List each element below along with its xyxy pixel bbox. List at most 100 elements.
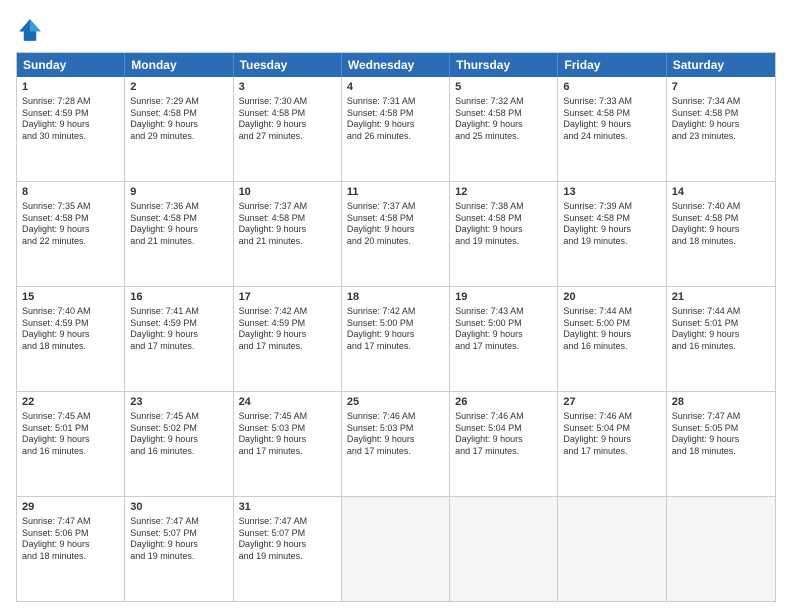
- calendar-cell: [667, 497, 775, 601]
- calendar-cell: [558, 497, 666, 601]
- cell-info: Sunrise: 7:46 AM Sunset: 5:04 PM Dayligh…: [455, 411, 552, 458]
- day-number: 8: [22, 185, 119, 200]
- day-number: 28: [672, 395, 770, 410]
- calendar-cell: 21Sunrise: 7:44 AM Sunset: 5:01 PM Dayli…: [667, 287, 775, 391]
- header: [16, 16, 776, 44]
- day-number: 12: [455, 185, 552, 200]
- calendar-row: 29Sunrise: 7:47 AM Sunset: 5:06 PM Dayli…: [17, 496, 775, 601]
- day-number: 27: [563, 395, 660, 410]
- day-number: 6: [563, 80, 660, 95]
- cell-info: Sunrise: 7:40 AM Sunset: 4:59 PM Dayligh…: [22, 306, 119, 353]
- cell-info: Sunrise: 7:41 AM Sunset: 4:59 PM Dayligh…: [130, 306, 227, 353]
- day-number: 24: [239, 395, 336, 410]
- calendar-cell: 1Sunrise: 7:28 AM Sunset: 4:59 PM Daylig…: [17, 77, 125, 181]
- calendar-cell: 24Sunrise: 7:45 AM Sunset: 5:03 PM Dayli…: [234, 392, 342, 496]
- cell-info: Sunrise: 7:46 AM Sunset: 5:04 PM Dayligh…: [563, 411, 660, 458]
- cell-info: Sunrise: 7:43 AM Sunset: 5:00 PM Dayligh…: [455, 306, 552, 353]
- day-number: 18: [347, 290, 444, 305]
- calendar-cell: [342, 497, 450, 601]
- calendar-cell: 13Sunrise: 7:39 AM Sunset: 4:58 PM Dayli…: [558, 182, 666, 286]
- day-number: 7: [672, 80, 770, 95]
- calendar-cell: 22Sunrise: 7:45 AM Sunset: 5:01 PM Dayli…: [17, 392, 125, 496]
- day-number: 25: [347, 395, 444, 410]
- day-number: 20: [563, 290, 660, 305]
- weekday-header: Thursday: [450, 53, 558, 77]
- day-number: 5: [455, 80, 552, 95]
- calendar-row: 1Sunrise: 7:28 AM Sunset: 4:59 PM Daylig…: [17, 77, 775, 181]
- weekday-header: Friday: [558, 53, 666, 77]
- calendar-cell: 5Sunrise: 7:32 AM Sunset: 4:58 PM Daylig…: [450, 77, 558, 181]
- day-number: 26: [455, 395, 552, 410]
- cell-info: Sunrise: 7:36 AM Sunset: 4:58 PM Dayligh…: [130, 201, 227, 248]
- weekday-header: Wednesday: [342, 53, 450, 77]
- weekday-header: Tuesday: [234, 53, 342, 77]
- cell-info: Sunrise: 7:35 AM Sunset: 4:58 PM Dayligh…: [22, 201, 119, 248]
- cell-info: Sunrise: 7:37 AM Sunset: 4:58 PM Dayligh…: [347, 201, 444, 248]
- calendar-cell: 23Sunrise: 7:45 AM Sunset: 5:02 PM Dayli…: [125, 392, 233, 496]
- day-number: 11: [347, 185, 444, 200]
- calendar-header: SundayMondayTuesdayWednesdayThursdayFrid…: [17, 53, 775, 77]
- calendar-cell: 28Sunrise: 7:47 AM Sunset: 5:05 PM Dayli…: [667, 392, 775, 496]
- cell-info: Sunrise: 7:46 AM Sunset: 5:03 PM Dayligh…: [347, 411, 444, 458]
- day-number: 1: [22, 80, 119, 95]
- calendar-cell: 11Sunrise: 7:37 AM Sunset: 4:58 PM Dayli…: [342, 182, 450, 286]
- day-number: 10: [239, 185, 336, 200]
- calendar-cell: 30Sunrise: 7:47 AM Sunset: 5:07 PM Dayli…: [125, 497, 233, 601]
- calendar-cell: [450, 497, 558, 601]
- day-number: 19: [455, 290, 552, 305]
- cell-info: Sunrise: 7:47 AM Sunset: 5:07 PM Dayligh…: [239, 516, 336, 563]
- calendar-cell: 27Sunrise: 7:46 AM Sunset: 5:04 PM Dayli…: [558, 392, 666, 496]
- day-number: 13: [563, 185, 660, 200]
- cell-info: Sunrise: 7:45 AM Sunset: 5:02 PM Dayligh…: [130, 411, 227, 458]
- calendar: SundayMondayTuesdayWednesdayThursdayFrid…: [16, 52, 776, 602]
- calendar-cell: 12Sunrise: 7:38 AM Sunset: 4:58 PM Dayli…: [450, 182, 558, 286]
- calendar-cell: 4Sunrise: 7:31 AM Sunset: 4:58 PM Daylig…: [342, 77, 450, 181]
- day-number: 14: [672, 185, 770, 200]
- cell-info: Sunrise: 7:37 AM Sunset: 4:58 PM Dayligh…: [239, 201, 336, 248]
- day-number: 17: [239, 290, 336, 305]
- logo: [16, 16, 48, 44]
- cell-info: Sunrise: 7:47 AM Sunset: 5:06 PM Dayligh…: [22, 516, 119, 563]
- weekday-header: Monday: [125, 53, 233, 77]
- day-number: 3: [239, 80, 336, 95]
- day-number: 4: [347, 80, 444, 95]
- day-number: 2: [130, 80, 227, 95]
- cell-info: Sunrise: 7:47 AM Sunset: 5:07 PM Dayligh…: [130, 516, 227, 563]
- page: SundayMondayTuesdayWednesdayThursdayFrid…: [0, 0, 792, 612]
- day-number: 9: [130, 185, 227, 200]
- cell-info: Sunrise: 7:40 AM Sunset: 4:58 PM Dayligh…: [672, 201, 770, 248]
- cell-info: Sunrise: 7:42 AM Sunset: 4:59 PM Dayligh…: [239, 306, 336, 353]
- cell-info: Sunrise: 7:33 AM Sunset: 4:58 PM Dayligh…: [563, 96, 660, 143]
- cell-info: Sunrise: 7:47 AM Sunset: 5:05 PM Dayligh…: [672, 411, 770, 458]
- cell-info: Sunrise: 7:34 AM Sunset: 4:58 PM Dayligh…: [672, 96, 770, 143]
- calendar-cell: 29Sunrise: 7:47 AM Sunset: 5:06 PM Dayli…: [17, 497, 125, 601]
- day-number: 16: [130, 290, 227, 305]
- calendar-cell: 6Sunrise: 7:33 AM Sunset: 4:58 PM Daylig…: [558, 77, 666, 181]
- calendar-cell: 16Sunrise: 7:41 AM Sunset: 4:59 PM Dayli…: [125, 287, 233, 391]
- cell-info: Sunrise: 7:42 AM Sunset: 5:00 PM Dayligh…: [347, 306, 444, 353]
- cell-info: Sunrise: 7:38 AM Sunset: 4:58 PM Dayligh…: [455, 201, 552, 248]
- day-number: 21: [672, 290, 770, 305]
- cell-info: Sunrise: 7:31 AM Sunset: 4:58 PM Dayligh…: [347, 96, 444, 143]
- calendar-cell: 19Sunrise: 7:43 AM Sunset: 5:00 PM Dayli…: [450, 287, 558, 391]
- day-number: 29: [22, 500, 119, 515]
- day-number: 31: [239, 500, 336, 515]
- calendar-row: 8Sunrise: 7:35 AM Sunset: 4:58 PM Daylig…: [17, 181, 775, 286]
- cell-info: Sunrise: 7:39 AM Sunset: 4:58 PM Dayligh…: [563, 201, 660, 248]
- calendar-cell: 25Sunrise: 7:46 AM Sunset: 5:03 PM Dayli…: [342, 392, 450, 496]
- cell-info: Sunrise: 7:44 AM Sunset: 5:01 PM Dayligh…: [672, 306, 770, 353]
- calendar-cell: 15Sunrise: 7:40 AM Sunset: 4:59 PM Dayli…: [17, 287, 125, 391]
- calendar-cell: 9Sunrise: 7:36 AM Sunset: 4:58 PM Daylig…: [125, 182, 233, 286]
- calendar-cell: 26Sunrise: 7:46 AM Sunset: 5:04 PM Dayli…: [450, 392, 558, 496]
- calendar-cell: 17Sunrise: 7:42 AM Sunset: 4:59 PM Dayli…: [234, 287, 342, 391]
- day-number: 22: [22, 395, 119, 410]
- calendar-cell: 20Sunrise: 7:44 AM Sunset: 5:00 PM Dayli…: [558, 287, 666, 391]
- weekday-header: Saturday: [667, 53, 775, 77]
- calendar-cell: 7Sunrise: 7:34 AM Sunset: 4:58 PM Daylig…: [667, 77, 775, 181]
- day-number: 23: [130, 395, 227, 410]
- calendar-body: 1Sunrise: 7:28 AM Sunset: 4:59 PM Daylig…: [17, 77, 775, 601]
- cell-info: Sunrise: 7:45 AM Sunset: 5:01 PM Dayligh…: [22, 411, 119, 458]
- calendar-cell: 18Sunrise: 7:42 AM Sunset: 5:00 PM Dayli…: [342, 287, 450, 391]
- calendar-cell: 2Sunrise: 7:29 AM Sunset: 4:58 PM Daylig…: [125, 77, 233, 181]
- weekday-header: Sunday: [17, 53, 125, 77]
